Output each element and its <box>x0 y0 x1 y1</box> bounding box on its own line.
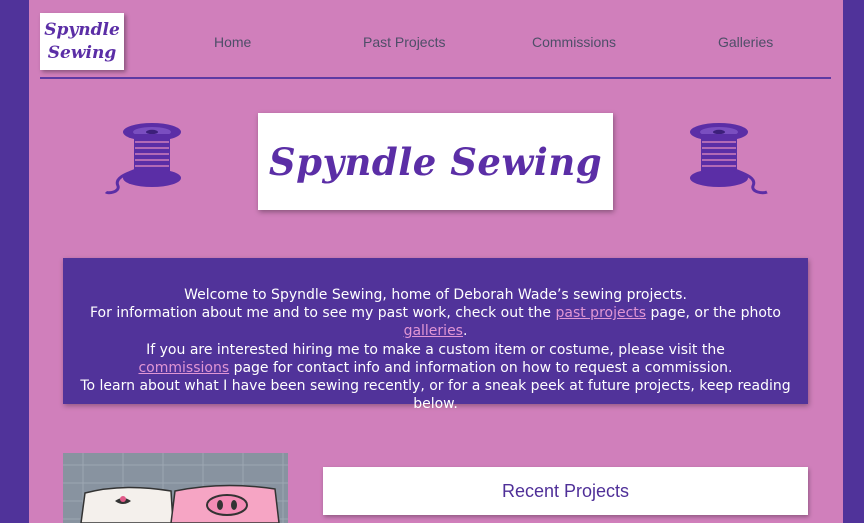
logo-line-2: Sewing <box>47 42 117 63</box>
recent-projects-card: Recent Projects <box>323 467 808 515</box>
welcome-text: If you are interested hiring me to make … <box>146 341 725 358</box>
welcome-text: page, or the photo <box>646 305 781 322</box>
welcome-line-4: To learn about what I have been sewing r… <box>80 378 791 413</box>
logo-text: Spyndle Sewing <box>42 19 122 65</box>
nav-galleries[interactable]: Galleries <box>718 34 773 50</box>
commissions-link[interactable]: commissions <box>138 360 229 376</box>
logo-line-1: Spyndle <box>44 19 120 40</box>
hero-title: Spyndle Sewing <box>268 139 603 184</box>
welcome-text: . <box>462 323 468 340</box>
welcome-text: For information about me and to see my p… <box>90 305 556 322</box>
welcome-line-1: Welcome to Spyndle Sewing, home of Debor… <box>184 287 687 303</box>
welcome-line-2: For information about me and to see my p… <box>63 304 808 340</box>
nav-divider <box>40 77 831 79</box>
project-photo[interactable] <box>63 453 288 523</box>
nav-past-projects[interactable]: Past Projects <box>363 34 445 50</box>
spool-of-thread-icon <box>690 123 768 195</box>
recent-projects-heading: Recent Projects <box>501 480 630 501</box>
spool-of-thread-icon <box>104 123 181 195</box>
galleries-link[interactable]: galleries <box>404 323 463 339</box>
welcome-line-3: If you are interested hiring me to make … <box>63 341 808 377</box>
site-logo[interactable]: Spyndle Sewing <box>40 13 124 70</box>
page-container: Spyndle Sewing Home Past Projects Commis… <box>29 0 843 523</box>
masks-photo-image <box>63 453 288 523</box>
hero-title-card: Spyndle Sewing <box>258 113 613 210</box>
past-projects-link[interactable]: past projects <box>555 305 646 321</box>
nav-home[interactable]: Home <box>214 34 251 50</box>
welcome-text: page for contact info and information on… <box>229 359 733 376</box>
welcome-panel: Welcome to Spyndle Sewing, home of Debor… <box>63 258 808 412</box>
nav-commissions[interactable]: Commissions <box>532 34 616 50</box>
